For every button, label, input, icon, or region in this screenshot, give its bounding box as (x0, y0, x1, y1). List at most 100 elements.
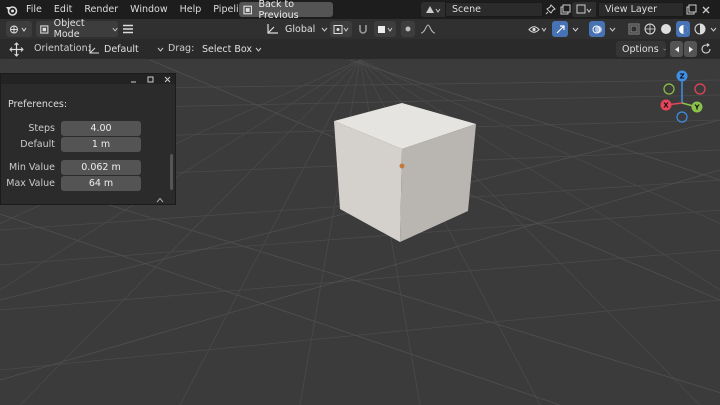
orientation-global-icon (267, 24, 278, 34)
solid-shading-icon[interactable] (660, 23, 672, 35)
overlays-toggle[interactable] (589, 21, 605, 37)
fullscreen-icon (243, 5, 253, 14)
new-view-layer-icon[interactable] (686, 4, 697, 15)
preferences-window: Preferences: Steps 4.00 Default 1 m Min … (0, 73, 176, 205)
default-field[interactable]: 1 m (61, 136, 141, 152)
steps-field[interactable]: 4.00 (61, 120, 141, 136)
reset-icon[interactable] (700, 43, 712, 55)
scene-name-field[interactable]: Scene (445, 2, 543, 17)
scene-selector-group: Scene (421, 2, 585, 17)
view-layer-name-field[interactable]: View Layer (598, 2, 684, 17)
view-layer-group: View Layer (572, 2, 711, 17)
new-scene-icon[interactable] (560, 4, 571, 15)
menu-window[interactable]: Window (124, 0, 173, 19)
orientation-dropdown[interactable]: Default (88, 41, 164, 57)
menu-render[interactable]: Render (78, 0, 124, 19)
scene-browse-button[interactable] (421, 2, 445, 17)
chevron-down-icon (112, 27, 118, 32)
snap-icon[interactable] (357, 23, 369, 35)
back-to-previous-label: Back to Previous (258, 0, 299, 21)
pivot-point-dropdown[interactable] (330, 21, 352, 37)
drag-label: Drag: (168, 43, 195, 54)
arrow-right-icon (688, 46, 693, 52)
chevron-up-icon[interactable] (156, 197, 164, 203)
min-value-label: Min Value (9, 161, 55, 173)
delete-view-layer-icon[interactable] (701, 5, 711, 15)
editor-type-button[interactable] (6, 21, 32, 37)
close-icon[interactable] (164, 76, 171, 83)
chevron-down-icon (255, 47, 262, 52)
render-layers-icon (576, 4, 592, 14)
chevron-down-icon (321, 27, 328, 32)
default-row: Default 1 m (1, 136, 171, 152)
preferences-heading: Preferences: (8, 99, 68, 110)
top-menu-bar: File Edit Render Window Help Pipeline Ba… (0, 0, 720, 21)
navigation-gizmo[interactable]: Z X Y (652, 67, 712, 127)
menu-help[interactable]: Help (174, 0, 208, 19)
pivot-point-icon (333, 24, 349, 34)
object-mode-dropdown[interactable]: Object Mode (36, 18, 118, 40)
max-value-field[interactable]: 64 m (61, 175, 141, 191)
prev-keyframe-button[interactable] (670, 41, 683, 57)
default-label: Default (20, 138, 55, 150)
xray-toggle-icon[interactable] (628, 23, 640, 35)
gizmo-toggle[interactable] (552, 21, 568, 37)
object-mode-icon (40, 24, 49, 34)
preferences-scrollbar[interactable] (170, 154, 173, 190)
material-preview-toggle[interactable] (676, 21, 690, 37)
overlays-icon (592, 25, 602, 33)
menu-edit[interactable]: Edit (48, 0, 78, 19)
orientation-default-icon (89, 44, 99, 54)
material-preview-icon (678, 24, 688, 34)
arrow-left-icon (674, 46, 679, 52)
viewport-header: Object Mode Global (0, 18, 720, 40)
snap-target-dropdown[interactable] (374, 21, 396, 37)
gizmo-x-label: X (663, 102, 669, 110)
drag-value-label: Select Box (202, 43, 252, 55)
proportional-editing-toggle[interactable] (401, 21, 415, 37)
orientation-global-label: Global (285, 23, 316, 35)
chevron-down-icon (157, 47, 164, 52)
max-value-row: Max Value 64 m (1, 175, 171, 191)
min-value-field[interactable]: 0.062 m (61, 159, 141, 175)
options-dropdown[interactable]: Options (616, 41, 666, 57)
preferences-titlebar[interactable] (1, 74, 175, 84)
tool-settings-bar: Orientation: Default Drag: Select Box Op… (0, 39, 720, 59)
drag-dropdown[interactable]: Select Box (202, 41, 262, 57)
transform-orientation-dropdown[interactable]: Global (266, 21, 328, 37)
wireframe-shading-icon[interactable] (644, 23, 656, 35)
chevron-down-icon[interactable] (710, 27, 717, 32)
next-keyframe-button[interactable] (684, 41, 697, 57)
rendered-shading-icon[interactable] (694, 23, 706, 35)
menu-toggle-icon[interactable] (122, 23, 134, 35)
scene-icon (426, 6, 441, 13)
steps-row: Steps 4.00 (1, 120, 171, 136)
chevron-down-icon[interactable] (572, 27, 579, 32)
visibility-eye-icon[interactable] (528, 24, 548, 35)
proportional-editing-icon (405, 26, 411, 32)
maximize-icon[interactable] (147, 76, 154, 83)
object-origin-dot (399, 163, 405, 169)
snap-increment-icon (378, 25, 393, 33)
steps-label: Steps (28, 122, 55, 134)
3d-view-icon (10, 25, 27, 33)
move-tool-icon[interactable] (9, 42, 24, 57)
gizmo-z-label: Z (679, 73, 684, 81)
default-cube[interactable] (320, 99, 490, 249)
pin-icon[interactable] (545, 4, 556, 15)
options-label: Options (622, 43, 659, 55)
falloff-curve-icon[interactable] (420, 23, 436, 35)
back-to-previous-button[interactable]: Back to Previous (239, 0, 333, 21)
blender-logo-icon[interactable] (2, 0, 20, 19)
view-layer-browse-button[interactable] (572, 2, 596, 17)
minimize-icon[interactable] (130, 76, 137, 83)
orientation-default-label: Default (104, 43, 139, 55)
object-mode-label: Object Mode (53, 18, 85, 40)
chevron-down-icon[interactable] (609, 27, 616, 32)
gizmo-icon (556, 24, 565, 33)
menu-file[interactable]: File (20, 0, 48, 19)
chevron-down-icon (662, 48, 666, 51)
min-value-row: Min Value 0.062 m (1, 159, 171, 175)
max-value-label: Max Value (6, 177, 55, 189)
gizmo-y-label: Y (693, 104, 700, 112)
